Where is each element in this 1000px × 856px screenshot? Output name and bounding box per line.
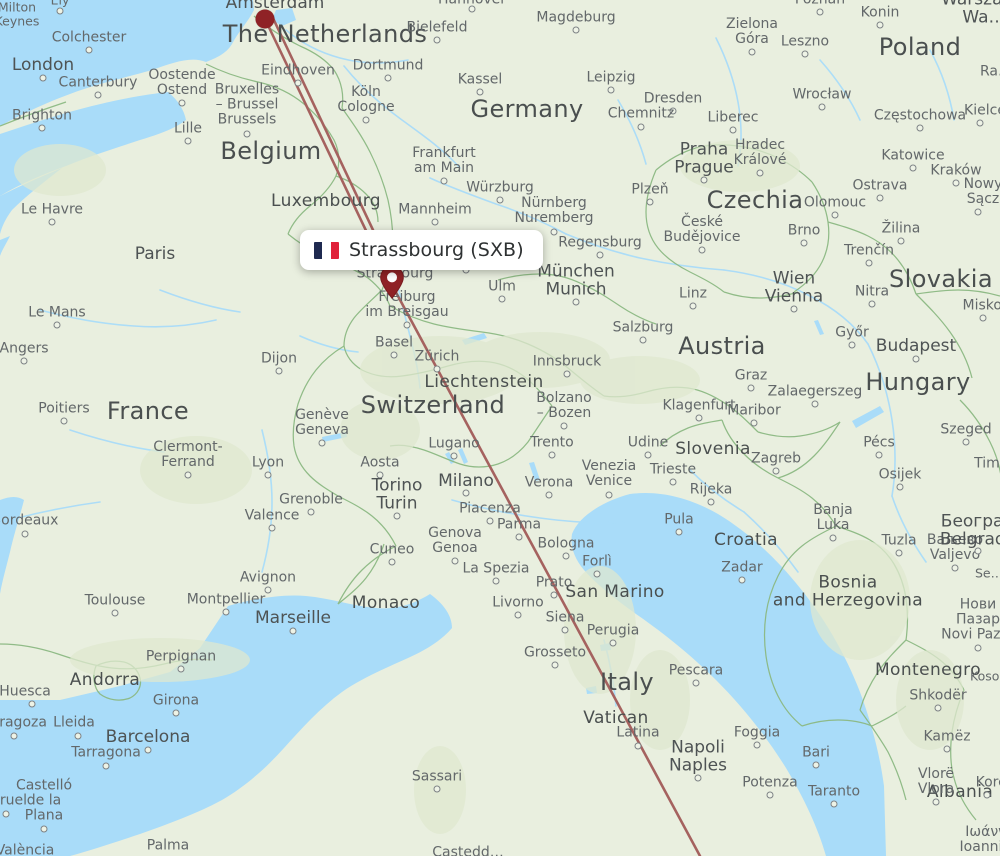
origin-marker-amsterdam[interactable] — [255, 9, 275, 29]
france-flag-icon — [314, 241, 339, 259]
destination-pin-strassbourg[interactable] — [379, 265, 405, 299]
map-canvas — [0, 0, 1000, 856]
airport-tooltip-label: Strassbourg (SXB) — [349, 239, 524, 261]
airport-tooltip[interactable]: Strassbourg (SXB) — [300, 230, 543, 270]
flight-route-map[interactable]: The Netherlands Belgium Luxembourg Germany P… — [0, 0, 1000, 856]
